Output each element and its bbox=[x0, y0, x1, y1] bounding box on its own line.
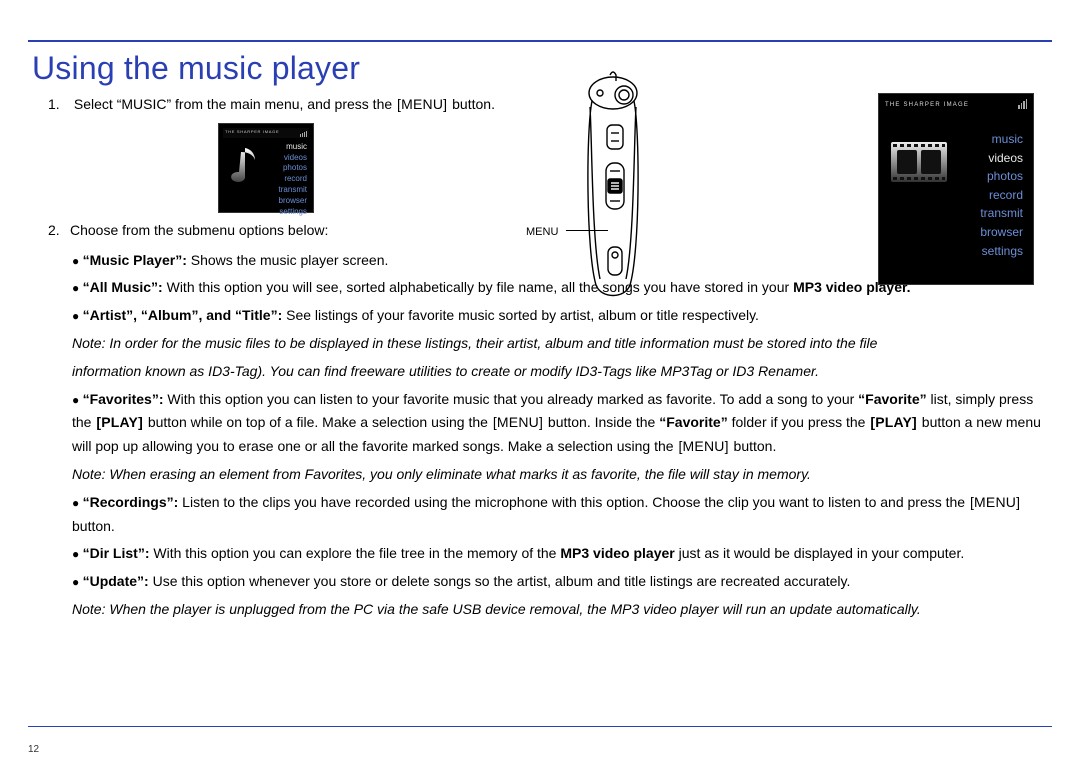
screen-title-bar: THE SHARPER IMAGE bbox=[885, 98, 1027, 112]
aat-note1-text: In order for the music files to be displ… bbox=[109, 335, 877, 351]
menu-item-music: music bbox=[980, 130, 1023, 149]
mp-text: Shows the music player screen. bbox=[191, 252, 389, 268]
menu-button-ref: [MENU] bbox=[396, 96, 448, 112]
screen-menu-large: music videos photos record transmit brow… bbox=[980, 130, 1023, 260]
fav-b2: “Favorite” bbox=[659, 414, 727, 430]
mp-label: “Music Player”: bbox=[83, 252, 191, 268]
step2-text: Choose from the submenu options below: bbox=[70, 222, 328, 238]
menu-item-settings: settings bbox=[980, 242, 1023, 261]
menu-button-ref: [MENU] bbox=[677, 438, 729, 454]
menu-button-ref: [MENU] bbox=[492, 414, 544, 430]
rec-t2: button. bbox=[72, 518, 115, 534]
dir-t2: just as it would be displayed in your co… bbox=[675, 545, 965, 561]
step1-music: MUSIC bbox=[121, 96, 166, 112]
screen-menu-thumb: music videos photos record transmit brow… bbox=[279, 142, 307, 218]
upd-note: Note: When the player is unplugged from … bbox=[72, 598, 1048, 622]
play-button-ref: [PLAY] bbox=[95, 414, 144, 430]
upd-note2: will run an update automatically. bbox=[719, 601, 921, 617]
note-prefix: Note: bbox=[72, 335, 109, 351]
fav-t3: button while on top of a file. Make a se… bbox=[144, 414, 492, 430]
aat-label: “Artist”, “Album”, and “Title”: bbox=[83, 307, 287, 323]
page-number: 12 bbox=[28, 744, 39, 755]
fav-note-text: When erasing an element from Favorites, … bbox=[109, 466, 811, 482]
brand-text: THE SHARPER IMAGE bbox=[885, 100, 969, 110]
step1-mid: ” from the main menu, and press the bbox=[166, 96, 396, 112]
dir-t1: With this option you can explore the fil… bbox=[153, 545, 560, 561]
fav-note: Note: When erasing an element from Favor… bbox=[72, 463, 1048, 487]
t-photos: photos bbox=[279, 163, 307, 174]
step1-post: button. bbox=[448, 96, 495, 112]
fav-t1: With this option you can listen to your … bbox=[167, 391, 858, 407]
t-music: music bbox=[279, 142, 307, 153]
all-pre: With this option you will see, sorted al… bbox=[167, 279, 793, 295]
play-button-ref: [PLAY] bbox=[869, 414, 918, 430]
dir-label: “Dir List”: bbox=[83, 545, 154, 561]
battery-icon bbox=[1017, 93, 1027, 117]
upd-note1: When the player is unplugged from the PC… bbox=[109, 601, 610, 617]
fav-t7: button. bbox=[730, 438, 777, 454]
aat-note2-text: information known as ID3-Tag). You can f… bbox=[72, 363, 819, 379]
bullet-favorites: “Favorites”: With this option you can li… bbox=[72, 388, 1048, 459]
submenu-bullets: “Music Player”: Shows the music player s… bbox=[72, 249, 1048, 622]
fav-t5: folder if you press the bbox=[728, 414, 870, 430]
fav-label: “Favorites”: bbox=[83, 391, 168, 407]
manual-page: Using the music player THE SHARPER IMAGE… bbox=[0, 0, 1080, 763]
menu-callout-line bbox=[566, 230, 608, 231]
aat-text: See listings of your favorite music sort… bbox=[286, 307, 759, 323]
menu-item-record: record bbox=[980, 186, 1023, 205]
menu-item-videos: videos bbox=[980, 149, 1023, 168]
t-transmit: transmit bbox=[279, 185, 307, 196]
upd-label: “Update”: bbox=[83, 573, 153, 589]
t-videos: videos bbox=[279, 153, 307, 164]
brand-text-small: THE SHARPER IMAGE bbox=[225, 129, 279, 136]
bullet-update: “Update”: Use this option whenever you s… bbox=[72, 570, 1048, 594]
menu-item-photos: photos bbox=[980, 167, 1023, 186]
device-outline bbox=[568, 71, 658, 301]
aat-note-1: Note: In order for the music files to be… bbox=[72, 332, 1048, 356]
aat-note-2: information known as ID3-Tag). You can f… bbox=[72, 360, 1048, 384]
rec-t1: Listen to the clips you have recorded us… bbox=[182, 494, 969, 510]
t-settings: settings bbox=[279, 207, 307, 218]
bullet-artist-album-title: “Artist”, “Album”, and “Title”: See list… bbox=[72, 304, 1048, 328]
bottom-rule bbox=[28, 726, 1052, 727]
fav-t4: button. Inside the bbox=[544, 414, 659, 430]
upd-note-mid: MP3 video player bbox=[611, 601, 719, 617]
menu-callout-label: MENU bbox=[526, 223, 558, 242]
film-icon bbox=[889, 138, 949, 192]
t-browser: browser bbox=[279, 196, 307, 207]
page-title: Using the music player bbox=[32, 50, 1052, 87]
menu-button-ref: [MENU] bbox=[969, 494, 1021, 510]
device-screen-thumb: THE SHARPER IMAGE music videos photos re… bbox=[218, 123, 314, 213]
dir-bold: MP3 video player bbox=[560, 545, 674, 561]
menu-item-browser: browser bbox=[980, 223, 1023, 242]
bullet-dir-list: “Dir List”: With this option you can exp… bbox=[72, 542, 1048, 566]
top-rule bbox=[28, 40, 1052, 42]
fav-b1: “Favorite” bbox=[858, 391, 926, 407]
rec-label: “Recordings”: bbox=[83, 494, 183, 510]
upd-text: Use this option whenever you store or de… bbox=[153, 573, 851, 589]
page-content: THE SHARPER IMAGE music videos photos re… bbox=[28, 93, 1052, 622]
music-note-icon bbox=[227, 146, 261, 194]
bullet-recordings: “Recordings”: Listen to the clips you ha… bbox=[72, 491, 1048, 539]
device-screen-large: THE SHARPER IMAGE music videos photos re… bbox=[878, 93, 1034, 285]
note-prefix: Note: bbox=[72, 601, 109, 617]
menu-item-transmit: transmit bbox=[980, 204, 1023, 223]
step1-pre: Select “ bbox=[74, 96, 121, 112]
note-prefix: Note: bbox=[72, 466, 109, 482]
thumb-title-bar: THE SHARPER IMAGE bbox=[223, 128, 309, 138]
t-record: record bbox=[279, 174, 307, 185]
all-label: “All Music”: bbox=[83, 279, 167, 295]
